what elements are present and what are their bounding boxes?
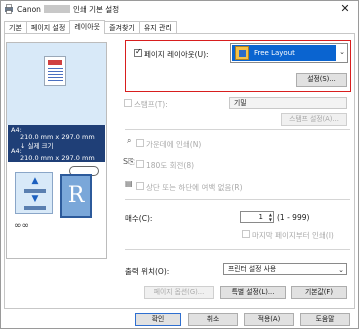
stamp-select[interactable]: 기밀 [229,97,347,109]
page-options-button[interactable]: 페이지 옵션(G)... [144,286,214,299]
copies-label: 매수(C): [125,214,153,223]
special-settings-button[interactable]: 특별 설정(L)... [220,286,286,299]
rotate-icon: S⎘ [123,157,135,166]
printer-preview-area: ▲ ▼ R ∞∞ [7,162,106,258]
close-button[interactable]: ✕ [334,2,356,16]
rotate-180-checkbox[interactable] [136,160,144,168]
arrow-up-icon: ▲ [31,176,39,186]
page-layout-select[interactable]: Free Layout ⌄ [230,43,348,63]
tab-basic[interactable]: 기본 [4,21,27,33]
stamp-settings-button[interactable]: 스탬프 설정(A)... [281,113,347,126]
title-suffix: 인쇄 기본 설정 [72,5,120,14]
printer-app-icon [5,4,13,14]
ok-button[interactable]: 확인 [135,313,181,326]
help-button[interactable]: 도움말 [300,313,350,326]
center-print-label: 가운데에 인쇄(N) [146,140,202,149]
preview-pane: A4: 210.0 mm x 297.0 mm ↓ 실제 크기 A4: 210.… [6,42,107,259]
center-print-checkbox[interactable] [136,139,144,147]
page-preview-area [7,43,106,125]
output-value: 프린터 설정 사용 [228,265,277,273]
paper-size-info: A4: 210.0 mm x 297.0 mm ↓ 실제 크기 A4: 210.… [8,125,105,162]
chevron-down-icon: ⌄ [338,266,344,274]
copies-range: (1 - 999) [277,213,310,222]
printer-illustration: ▲ ▼ [15,172,53,214]
tab-bar: 기본 페이지 설정 레이아웃 즐겨찾기 유지 관리 [4,20,177,34]
redacted-model-name [43,5,70,13]
no-margin-checkbox[interactable] [136,182,144,190]
tab-page-setup[interactable]: 페이지 설정 [25,21,71,33]
title-bar: Canon 인쇄 기본 설정 ✕ [1,1,358,17]
page-thumbnail [44,56,66,86]
divider [125,249,350,250]
arrow-down-icon: ▼ [31,194,39,204]
divider [125,199,350,200]
chevron-down-icon: ⌄ [339,48,345,56]
spin-arrows-icon[interactable]: ▲ ▼ [269,212,272,222]
copies-stepper[interactable]: 1 ▲ ▼ [240,211,274,223]
center-print-icon: ⌕ [127,136,132,145]
size-line-5: 210.0 mm x 297.0 mm [20,154,95,162]
tab-maintenance[interactable]: 유지 관리 [138,21,177,33]
stamp-label: 스탬프(T): [134,100,168,109]
page-layout-checkbox[interactable] [134,47,142,57]
apply-button[interactable]: 적용(A) [244,313,294,326]
tray-icon [24,189,46,193]
title-prefix: Canon [17,5,41,14]
paper-orientation-preview: R [60,174,92,218]
output-label: 출력 위치(O): [125,267,170,276]
tab-favorites[interactable]: 즐겨찾기 [104,21,140,33]
size-line-3: ↓ 실제 크기 [20,142,54,150]
margin-icon: ▤ [125,179,133,188]
free-layout-icon [235,46,249,60]
no-margin-label: 상단 또는 하단에 여백 없음(R) [146,183,243,192]
cancel-button[interactable]: 취소 [188,313,238,326]
defaults-button[interactable]: 기본값(F) [291,286,347,299]
reverse-order-label: 마지막 페이지부터 인쇄(I) [252,231,334,240]
view-settings-icon[interactable]: ∞∞ [14,221,29,231]
divider [125,129,350,130]
page-layout-label: 페이지 레이아웃(U): [144,50,209,59]
tray-icon [24,206,46,210]
window-title: Canon 인쇄 기본 설정 [17,4,119,15]
reverse-order-checkbox[interactable] [242,230,250,238]
rotate-180-label: 180도 회전(8) [146,161,195,170]
stamp-checkbox[interactable] [124,99,132,107]
layout-settings-button[interactable]: 설정(S)... [296,73,347,87]
output-select[interactable]: 프린터 설정 사용 ⌄ [223,263,347,275]
print-preferences-window: Canon 인쇄 기본 설정 ✕ 기본 페이지 설정 레이아웃 즐겨찾기 유지 관… [0,0,359,329]
copies-value: 1 [258,213,263,221]
tab-layout[interactable]: 레이아웃 [69,20,106,34]
